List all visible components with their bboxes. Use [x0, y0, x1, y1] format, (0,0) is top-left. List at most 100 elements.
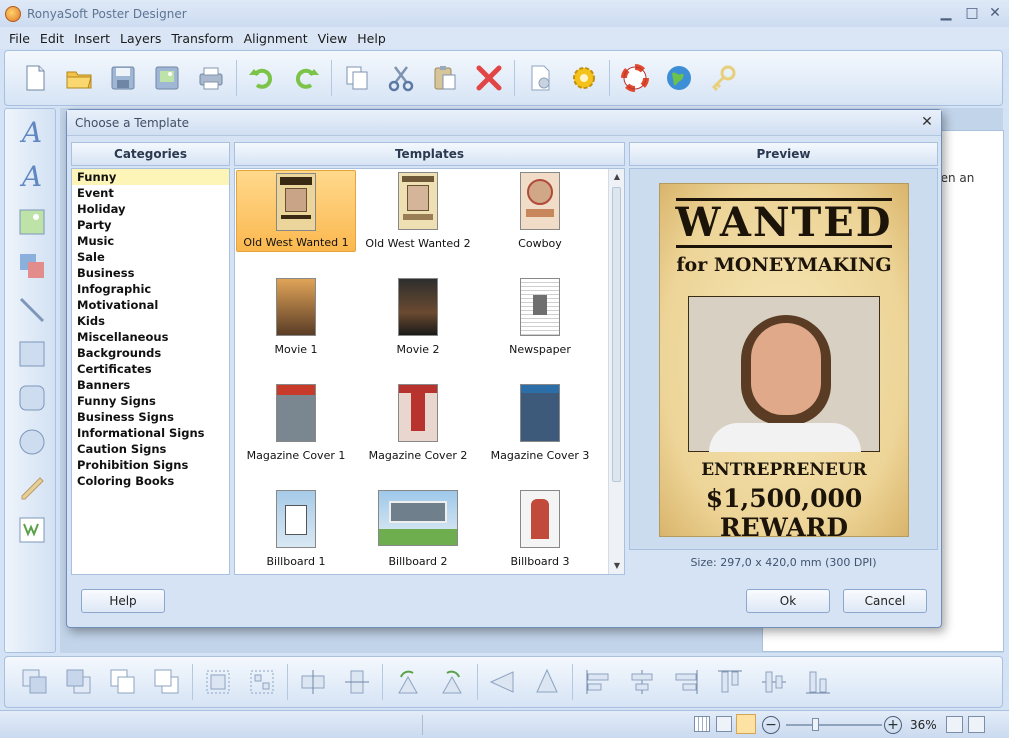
menu-edit[interactable]: Edit: [35, 31, 69, 46]
category-item[interactable]: Music: [72, 233, 229, 249]
rectangle-tool-icon[interactable]: [17, 339, 47, 369]
zoom-slider[interactable]: [786, 724, 882, 726]
category-item[interactable]: Coloring Books: [72, 473, 229, 489]
align-top-icon[interactable]: [713, 665, 747, 699]
bring-front-icon[interactable]: [18, 665, 52, 699]
category-item[interactable]: Certificates: [72, 361, 229, 377]
image-tool-icon[interactable]: [17, 207, 47, 237]
template-item-old-west-wanted-1[interactable]: Old West Wanted 1: [236, 170, 356, 252]
center-horizontal-icon[interactable]: [296, 665, 330, 699]
category-item[interactable]: Backgrounds: [72, 345, 229, 361]
menu-transform[interactable]: Transform: [166, 31, 238, 46]
delete-icon[interactable]: [471, 60, 507, 96]
template-item-cowboy[interactable]: Cowboy: [480, 170, 600, 252]
bring-forward-icon[interactable]: [106, 665, 140, 699]
category-item[interactable]: Miscellaneous: [72, 329, 229, 345]
category-item[interactable]: Sale: [72, 249, 229, 265]
help-button[interactable]: Help: [81, 589, 165, 613]
menu-help[interactable]: Help: [352, 31, 391, 46]
save-icon[interactable]: [105, 60, 141, 96]
actual-size-icon[interactable]: [968, 716, 985, 733]
cancel-button[interactable]: Cancel: [843, 589, 927, 613]
settings-icon[interactable]: [566, 60, 602, 96]
send-backward-icon[interactable]: [150, 665, 184, 699]
template-item-billboard-1[interactable]: Billboard 1: [236, 488, 356, 570]
grid-icon[interactable]: [694, 716, 710, 732]
align-center-icon[interactable]: [625, 665, 659, 699]
flip-horizontal-icon[interactable]: [486, 665, 520, 699]
open-folder-icon[interactable]: [61, 60, 97, 96]
align-right-icon[interactable]: [669, 665, 703, 699]
close-window-button[interactable]: ✕: [985, 4, 1005, 22]
category-item[interactable]: Business Signs: [72, 409, 229, 425]
category-item[interactable]: Business: [72, 265, 229, 281]
scroll-up-icon[interactable]: ▲: [609, 169, 624, 185]
category-item[interactable]: Event: [72, 185, 229, 201]
category-item[interactable]: Holiday: [72, 201, 229, 217]
rounded-rectangle-tool-icon[interactable]: [17, 383, 47, 413]
line-tool-icon[interactable]: [17, 295, 47, 325]
paste-icon[interactable]: [427, 60, 463, 96]
category-item[interactable]: Motivational: [72, 297, 229, 313]
pencil-tool-icon[interactable]: [17, 471, 47, 501]
clipart-tool-icon[interactable]: [17, 251, 47, 281]
align-bottom-icon[interactable]: [801, 665, 835, 699]
ruler-toggle-icon[interactable]: [736, 714, 756, 734]
copy-icon[interactable]: [339, 60, 375, 96]
menu-layers[interactable]: Layers: [115, 31, 166, 46]
category-item[interactable]: Informational Signs: [72, 425, 229, 441]
redo-icon[interactable]: [288, 60, 324, 96]
category-item[interactable]: Party: [72, 217, 229, 233]
template-item-newspaper[interactable]: Newspaper: [480, 276, 600, 358]
ellipse-tool-icon[interactable]: [17, 427, 47, 457]
zoom-in-icon[interactable]: +: [884, 716, 902, 734]
zoom-out-icon[interactable]: −: [762, 716, 780, 734]
template-item-movie-1[interactable]: Movie 1: [236, 276, 356, 358]
template-item-magazine-cover-1[interactable]: Magazine Cover 1: [236, 382, 356, 464]
scrollbar-thumb[interactable]: [612, 187, 621, 482]
template-item-billboard-3[interactable]: Billboard 3: [480, 488, 600, 570]
save-as-image-icon[interactable]: [149, 60, 185, 96]
cut-icon[interactable]: [383, 60, 419, 96]
website-icon[interactable]: [661, 60, 697, 96]
template-item-old-west-wanted-2[interactable]: Old West Wanted 2: [358, 170, 478, 252]
zoom-slider-thumb[interactable]: [812, 718, 819, 731]
category-item-funny[interactable]: Funny: [72, 169, 229, 185]
new-document-icon[interactable]: [17, 60, 53, 96]
print-icon[interactable]: [193, 60, 229, 96]
maximize-button[interactable]: □: [962, 4, 982, 22]
key-icon[interactable]: [705, 60, 741, 96]
template-item-magazine-cover-3[interactable]: Magazine Cover 3: [480, 382, 600, 464]
template-item-movie-2[interactable]: Movie 2: [358, 276, 478, 358]
align-middle-icon[interactable]: [757, 665, 791, 699]
group-icon[interactable]: [201, 665, 235, 699]
template-scrollbar[interactable]: ▲ ▼: [608, 169, 624, 574]
center-vertical-icon[interactable]: [340, 665, 374, 699]
template-item-magazine-cover-2[interactable]: Magazine Cover 2: [358, 382, 478, 464]
menu-view[interactable]: View: [313, 31, 353, 46]
ungroup-icon[interactable]: [245, 665, 279, 699]
rotate-left-icon[interactable]: [391, 665, 425, 699]
template-item-billboard-2[interactable]: Billboard 2: [358, 488, 478, 570]
text-tool-icon[interactable]: A: [17, 116, 47, 149]
category-item[interactable]: Banners: [72, 377, 229, 393]
art-text-tool-icon[interactable]: A: [17, 160, 47, 193]
undo-icon[interactable]: [244, 60, 280, 96]
send-back-icon[interactable]: [62, 665, 96, 699]
category-item[interactable]: Prohibition Signs: [72, 457, 229, 473]
flip-vertical-icon[interactable]: [530, 665, 564, 699]
ok-button[interactable]: Ok: [746, 589, 830, 613]
snap-icon[interactable]: [716, 716, 732, 732]
dialog-close-icon[interactable]: ✕: [919, 114, 935, 130]
menu-alignment[interactable]: Alignment: [239, 31, 313, 46]
minimize-button[interactable]: ▁: [936, 4, 956, 22]
rotate-right-icon[interactable]: [435, 665, 469, 699]
menu-file[interactable]: File: [4, 31, 35, 46]
category-item[interactable]: Infographic: [72, 281, 229, 297]
help-icon[interactable]: [617, 60, 653, 96]
scroll-down-icon[interactable]: ▼: [609, 558, 624, 574]
category-item[interactable]: Funny Signs: [72, 393, 229, 409]
category-item[interactable]: Kids: [72, 313, 229, 329]
category-item[interactable]: Caution Signs: [72, 441, 229, 457]
menu-insert[interactable]: Insert: [69, 31, 115, 46]
